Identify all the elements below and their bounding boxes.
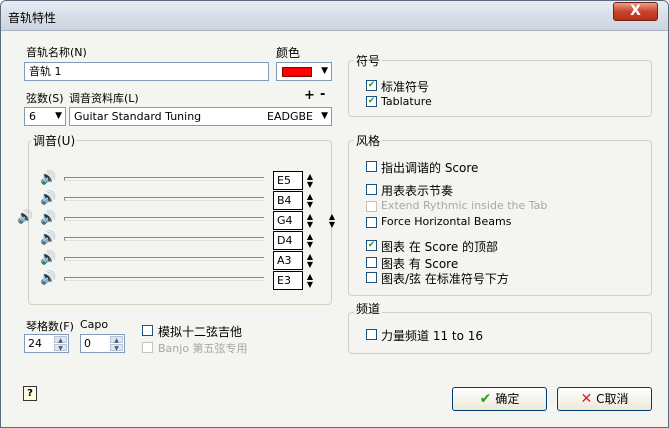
banjo-fifth-string-checkbox — [142, 342, 153, 353]
string-slider[interactable] — [64, 277, 264, 281]
all-strings-updown-icon[interactable]: ▲ ▼ — [327, 213, 337, 229]
note-updown-icon[interactable]: ▲ ▼ — [305, 213, 315, 229]
close-button[interactable]: X — [613, 2, 658, 21]
string-slider[interactable] — [64, 257, 264, 261]
speaker-icon[interactable]: 🔊 — [40, 171, 56, 186]
simulate-12-string-label: 模拟十二弦吉他 — [158, 325, 243, 339]
all-strings-speaker-icon[interactable]: 🔊 — [17, 210, 33, 225]
stepper-down-icon[interactable]: ▼ — [54, 344, 67, 352]
strings-count-label: 弦数(S) — [26, 92, 64, 105]
string-slider[interactable] — [64, 217, 264, 221]
capo-label: Capo — [80, 318, 109, 331]
speaker-icon[interactable]: 🔊 — [40, 191, 56, 206]
note-updown-icon[interactable]: ▲ ▼ — [305, 173, 315, 189]
track-name-input[interactable]: 音轨 1 — [24, 62, 269, 81]
string-note-field[interactable]: A3 — [273, 251, 303, 270]
capo-stepper[interactable]: 0 ▲ ▼ — [80, 334, 125, 353]
track-properties-dialog: 音轨特性 X 音轨名称(N) 音轨 1 颜色 ▼ 弦数(S) 调音资料库(L) … — [0, 0, 669, 428]
color-select[interactable]: ▼ — [276, 62, 332, 81]
ok-button[interactable]: ✔ 确定 — [452, 387, 547, 411]
frets-stepper[interactable]: 24 ▲ ▼ — [24, 334, 69, 353]
stepper-down-icon[interactable]: ▼ — [110, 344, 123, 352]
tuning-library-select[interactable]: Guitar Standard Tuning EADGBE ▼ — [69, 107, 332, 126]
stepper-up-icon[interactable]: ▲ — [54, 336, 67, 344]
note-updown-icon[interactable]: ▲ ▼ — [305, 253, 315, 269]
style-option-label: 图表 在 Score 的顶部 — [381, 240, 499, 254]
string-note-field[interactable]: E3 — [273, 271, 303, 290]
remove-tuning-button[interactable]: - — [320, 87, 325, 102]
style-option-checkbox[interactable] — [366, 272, 377, 283]
notation-group-title: 符号 — [354, 52, 383, 69]
speaker-icon[interactable]: 🔊 — [40, 251, 56, 266]
cancel-label: C取消 — [596, 392, 629, 406]
frets-value: 24 — [28, 337, 42, 350]
speaker-icon[interactable]: 🔊 — [40, 271, 56, 286]
style-group-title: 风格 — [354, 132, 383, 149]
heavy-channel-label: 力量频道 11 to 16 — [381, 329, 484, 343]
tablature-checkbox[interactable]: ✔ — [366, 96, 377, 107]
speaker-icon[interactable]: 🔊 — [40, 211, 56, 226]
strings-count-select[interactable]: 6 ▼ — [24, 107, 66, 126]
dialog-body: 音轨名称(N) 音轨 1 颜色 ▼ 弦数(S) 调音资料库(L) + - 6 ▼… — [2, 32, 667, 427]
banjo-fifth-string-label: Banjo 第五弦专用 — [158, 342, 248, 355]
cancel-button[interactable]: ✕ C取消 — [557, 387, 652, 411]
channel-group-title: 频道 — [354, 300, 383, 317]
string-note-field[interactable]: G4 — [273, 211, 303, 230]
chevron-down-icon: ▼ — [321, 111, 328, 121]
tuning-group-title: 调音(U) — [31, 132, 78, 149]
style-option-label: Extend Rythmic inside the Tab — [381, 199, 548, 212]
help-icon[interactable]: ? — [23, 386, 37, 401]
tablature-label: Tablature — [381, 95, 432, 108]
style-option-checkbox[interactable] — [366, 184, 377, 195]
note-updown-icon[interactable]: ▲ ▼ — [305, 233, 315, 249]
capo-value: 0 — [84, 337, 91, 350]
note-updown-icon[interactable]: ▲ ▼ — [305, 273, 315, 289]
add-tuning-button[interactable]: + — [304, 88, 315, 103]
speaker-icon[interactable]: 🔊 — [40, 231, 56, 246]
track-name-label: 音轨名称(N) — [26, 46, 87, 59]
string-note-field[interactable]: E5 — [273, 171, 303, 190]
heavy-channel-checkbox[interactable] — [366, 329, 377, 340]
string-slider[interactable] — [64, 197, 264, 201]
style-option-checkbox[interactable] — [366, 257, 377, 268]
strings-count-value: 6 — [29, 110, 36, 123]
stepper-up-icon[interactable]: ▲ — [110, 336, 123, 344]
standard-notation-checkbox[interactable]: ✔ — [366, 80, 377, 91]
title-bar[interactable]: 音轨特性 X — [1, 1, 668, 31]
frets-label: 琴格数(F) — [26, 320, 74, 333]
chevron-down-icon: ▼ — [321, 66, 328, 76]
style-option-label: Force Horizontal Beams — [381, 215, 512, 228]
style-option-label: 指出调谐的 Score — [381, 161, 479, 175]
color-label: 颜色 — [276, 46, 301, 60]
string-note-field[interactable]: B4 — [273, 191, 303, 210]
note-updown-icon[interactable]: ▲ ▼ — [305, 193, 315, 209]
cancel-x-icon: ✕ — [580, 391, 593, 407]
chevron-down-icon: ▼ — [55, 111, 62, 121]
ok-label: 确定 — [495, 392, 520, 406]
string-note-field[interactable]: D4 — [273, 231, 303, 250]
simulate-12-string-checkbox[interactable] — [142, 325, 153, 336]
tuning-library-label: 调音资料库(L) — [69, 92, 139, 105]
window-title: 音轨特性 — [8, 11, 57, 25]
style-option-checkbox — [366, 201, 377, 212]
string-slider[interactable] — [64, 177, 264, 181]
string-slider[interactable] — [64, 237, 264, 241]
standard-notation-label: 标准符号 — [381, 80, 430, 94]
style-option-checkbox[interactable]: ✔ — [366, 240, 377, 251]
tuning-notes-value: EADGBE — [267, 110, 313, 123]
tuning-name-value: Guitar Standard Tuning — [74, 110, 202, 123]
style-option-label: 图表/弦 在标准符号下方 — [381, 272, 509, 286]
style-option-label: 用表表示节奏 — [381, 184, 454, 198]
style-option-checkbox[interactable] — [366, 161, 377, 172]
color-swatch — [282, 67, 312, 77]
style-option-checkbox[interactable] — [366, 217, 377, 228]
checkmark-icon: ✔ — [479, 391, 492, 407]
